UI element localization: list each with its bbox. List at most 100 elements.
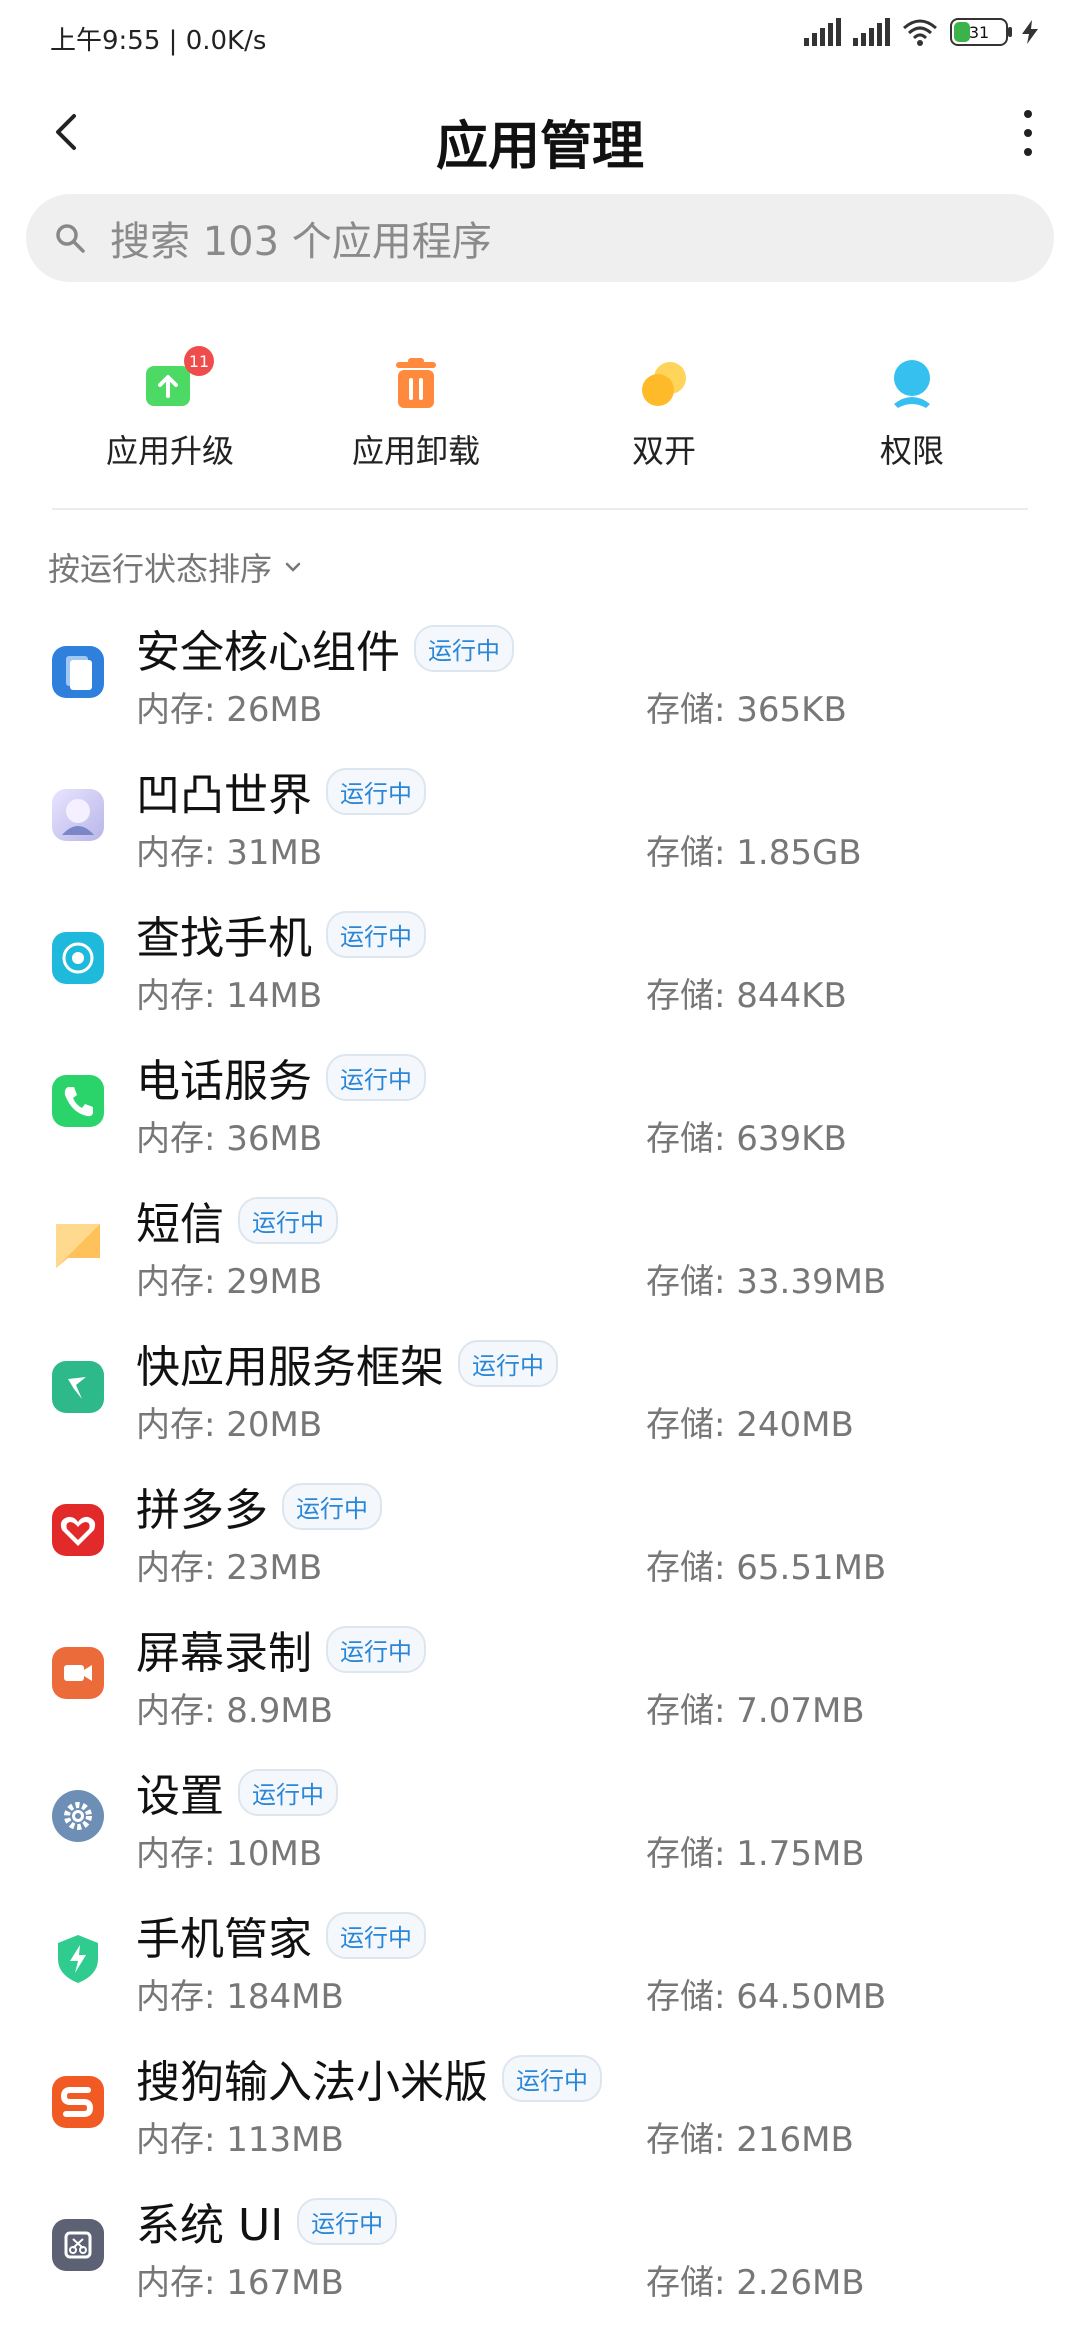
- more-options-icon[interactable]: [1016, 110, 1040, 156]
- upgrade-icon: 11: [142, 346, 214, 412]
- list-item[interactable]: 屏幕录制 运行中 内存: 8.9MB 存储: 7.07MB: [0, 1607, 1080, 1750]
- list-item[interactable]: 手机管家 运行中 内存: 184MB 存储: 64.50MB: [0, 1893, 1080, 2036]
- running-badge: 运行中: [326, 1625, 426, 1673]
- action-label: 双开: [631, 432, 696, 470]
- action-permissions[interactable]: 权限: [792, 350, 1032, 472]
- quick-actions: 11 应用升级 应用卸载 双开 权限: [0, 346, 1080, 472]
- phone-service-icon: [52, 1075, 104, 1127]
- status-net-speed: 0.0K/s: [185, 26, 267, 56]
- app-storage: 存储: 365KB: [646, 690, 847, 730]
- app-memory: 内存: 14MB: [136, 976, 323, 1016]
- app-name: 电话服务: [136, 1056, 312, 1107]
- app-memory: 内存: 184MB: [136, 1977, 344, 2017]
- search-bar[interactable]: 搜索 103 个应用程序: [26, 194, 1054, 282]
- top-bar: 应用管理: [0, 96, 1080, 177]
- settings-gear-icon: [52, 1790, 104, 1842]
- app-memory: 内存: 113MB: [136, 2120, 344, 2160]
- app-storage: 存储: 639KB: [646, 1119, 847, 1159]
- running-badge: 运行中: [326, 767, 426, 815]
- list-item[interactable]: 凹凸世界 运行中 内存: 31MB 存储: 1.85GB: [0, 749, 1080, 892]
- status-bar: 上午9:55 | 0.0K/s 31: [0, 0, 1080, 72]
- app-memory: 内存: 20MB: [136, 1405, 323, 1445]
- app-storage: 存储: 216MB: [646, 2120, 854, 2160]
- list-item[interactable]: 快应用服务框架 运行中 内存: 20MB 存储: 240MB: [0, 1321, 1080, 1464]
- list-item[interactable]: 拼多多 运行中 内存: 23MB 存储: 65.51MB: [0, 1464, 1080, 1607]
- action-label: 应用卸载: [351, 432, 480, 470]
- app-name: 设置: [136, 1771, 224, 1822]
- pinduoduo-icon: [52, 1504, 104, 1556]
- status-time-speed: 上午9:55 | 0.0K/s: [50, 20, 266, 57]
- sms-icon: [52, 1218, 104, 1270]
- status-separator: |: [168, 26, 186, 56]
- signal-icon: [804, 18, 841, 46]
- security-core-icon: [52, 646, 104, 698]
- upgrade-badge: 11: [184, 346, 214, 376]
- running-badge: 运行中: [502, 2054, 602, 2102]
- wifi-icon: [903, 19, 937, 46]
- app-name-row: 电话服务 运行中: [136, 1045, 426, 1109]
- sort-label: 按运行状态排序: [48, 550, 273, 588]
- status-icons: 31: [804, 18, 1040, 46]
- app-name-row: 设置 运行中: [136, 1760, 338, 1824]
- chevron-down-icon: [285, 562, 301, 572]
- app-name-row: 手机管家 运行中: [136, 1903, 426, 1967]
- divider: [52, 508, 1028, 510]
- action-app-uninstall[interactable]: 应用卸载: [296, 350, 536, 472]
- action-label: 应用升级: [105, 432, 234, 470]
- search-placeholder: 搜索 103 个应用程序: [110, 219, 492, 265]
- find-phone-icon: [52, 932, 104, 984]
- running-badge: 运行中: [238, 1196, 338, 1244]
- app-name: 查找手机: [136, 913, 312, 964]
- action-label: 权限: [879, 432, 944, 470]
- app-name: 搜狗输入法小米版: [136, 2057, 488, 2108]
- app-memory: 内存: 8.9MB: [136, 1691, 333, 1731]
- app-storage: 存储: 33.39MB: [646, 1262, 887, 1302]
- app-name: 拼多多: [136, 1485, 268, 1536]
- running-badge: 运行中: [297, 2197, 398, 2245]
- running-badge: 运行中: [326, 910, 426, 958]
- sogou-input-icon: [52, 2076, 104, 2128]
- app-memory: 内存: 29MB: [136, 1262, 323, 1302]
- app-storage: 存储: 844KB: [646, 976, 847, 1016]
- running-badge: 运行中: [238, 1768, 338, 1816]
- app-name-row: 安全核心组件 运行中: [136, 616, 514, 680]
- app-memory: 内存: 36MB: [136, 1119, 323, 1159]
- app-name: 系统 UI: [136, 2200, 284, 2251]
- signal-icon-2: [853, 18, 890, 46]
- list-item[interactable]: 短信 运行中 内存: 29MB 存储: 33.39MB: [0, 1178, 1080, 1321]
- running-badge: 运行中: [326, 1911, 426, 1959]
- app-list: 安全核心组件 运行中 内存: 26MB 存储: 365KB 凹凸世界 运行中 内…: [0, 606, 1080, 2322]
- app-storage: 存储: 1.85GB: [646, 833, 862, 873]
- app-name-row: 搜狗输入法小米版 运行中: [136, 2046, 602, 2110]
- action-dual-app[interactable]: 双开: [544, 350, 784, 472]
- app-name-row: 快应用服务框架 运行中: [136, 1331, 558, 1395]
- sort-selector[interactable]: 按运行状态排序: [48, 544, 302, 590]
- charging-icon: [1022, 20, 1038, 44]
- search-icon: [56, 224, 85, 253]
- app-memory: 内存: 167MB: [136, 2263, 344, 2303]
- list-item[interactable]: 安全核心组件 运行中 内存: 26MB 存储: 365KB: [0, 606, 1080, 749]
- app-memory: 内存: 26MB: [136, 690, 323, 730]
- phone-manager-icon: [52, 1933, 104, 1985]
- dual-app-icon: [636, 356, 692, 412]
- list-item[interactable]: 搜狗输入法小米版 运行中 内存: 113MB 存储: 216MB: [0, 2036, 1080, 2179]
- app-name: 短信: [136, 1199, 224, 1250]
- app-name-row: 短信 运行中: [136, 1188, 338, 1252]
- app-name-row: 查找手机 运行中: [136, 902, 426, 966]
- list-item[interactable]: 查找手机 运行中 内存: 14MB 存储: 844KB: [0, 892, 1080, 1035]
- app-storage: 存储: 7.07MB: [646, 1691, 865, 1731]
- running-badge: 运行中: [282, 1482, 382, 1530]
- app-storage: 存储: 65.51MB: [646, 1548, 887, 1588]
- status-time: 上午9:55: [50, 26, 161, 56]
- list-item[interactable]: 设置 运行中 内存: 10MB 存储: 1.75MB: [0, 1750, 1080, 1893]
- app-memory: 内存: 10MB: [136, 1834, 323, 1874]
- app-name: 快应用服务框架: [136, 1342, 444, 1393]
- list-item[interactable]: 系统 UI 运行中 内存: 167MB 存储: 2.26MB: [0, 2179, 1080, 2322]
- running-badge: 运行中: [414, 624, 514, 672]
- action-app-upgrade[interactable]: 11 应用升级: [50, 346, 290, 472]
- list-item[interactable]: 电话服务 运行中 内存: 36MB 存储: 639KB: [0, 1035, 1080, 1178]
- app-name-row: 凹凸世界 运行中: [136, 759, 426, 823]
- running-badge: 运行中: [458, 1339, 558, 1387]
- app-name: 屏幕录制: [136, 1628, 312, 1679]
- app-memory: 内存: 23MB: [136, 1548, 323, 1588]
